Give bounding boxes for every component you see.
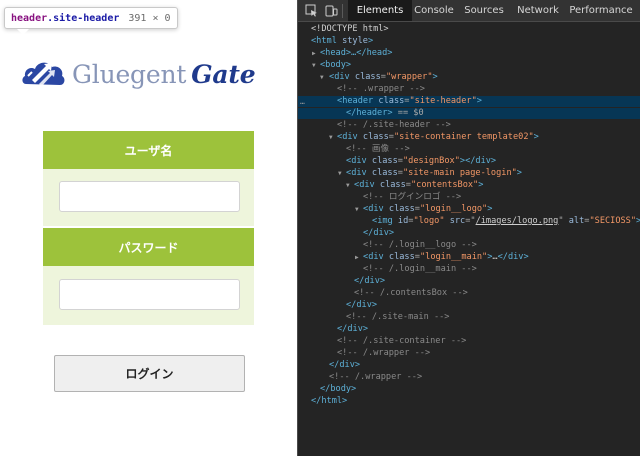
tree-line[interactable]: <!-- /.wrapper --> xyxy=(298,372,640,383)
tree-line[interactable]: <img id="logo" src="/images/logo.png" al… xyxy=(298,216,640,227)
tree-line[interactable]: </body> xyxy=(298,384,640,395)
tooltip-tag: header xyxy=(11,12,48,24)
devtools-panel: Elements Console Sources Network Perform… xyxy=(297,0,640,456)
tree-line[interactable]: </html> xyxy=(298,396,640,407)
logo-mark xyxy=(22,62,65,86)
logo-text-gluegent: Gluegent xyxy=(72,59,187,89)
username-input[interactable] xyxy=(59,181,240,212)
tree-line[interactable]: ▼ <body> xyxy=(298,60,640,71)
element-highlight-tooltip: header .site-header 391 × 0 xyxy=(4,7,178,35)
tree-line-selected[interactable]: </header> == $0 xyxy=(298,108,640,119)
password-field-container xyxy=(43,266,254,325)
tree-line[interactable]: ▼ <div class="site-container template02"> xyxy=(298,132,640,143)
tab-elements[interactable]: Elements xyxy=(348,0,412,21)
tree-line[interactable]: <!-- .wrapper --> xyxy=(298,84,640,95)
tab-network[interactable]: Network xyxy=(516,0,560,21)
tree-line[interactable]: <!-- /.contentsBox --> xyxy=(298,288,640,299)
tree-line[interactable]: ▼ <div class="contentsBox"> xyxy=(298,180,640,191)
tree-line[interactable]: ▼ <div class="login__logo"> xyxy=(298,204,640,215)
tree-line[interactable]: <!-- ログインロゴ --> xyxy=(298,192,640,203)
tree-line[interactable]: <!-- /.site-header --> xyxy=(298,120,640,131)
tree-line[interactable]: ▼ <div class="wrapper"> xyxy=(298,72,640,83)
login-button[interactable]: ログイン xyxy=(54,355,245,392)
tree-line[interactable]: </div> xyxy=(298,276,640,287)
tree-line[interactable]: <html style> xyxy=(298,36,640,47)
login-logo: Gluegent Gate xyxy=(20,54,256,94)
tree-line[interactable]: <!-- /.login__main --> xyxy=(298,264,640,275)
inspect-element-icon[interactable] xyxy=(302,0,320,21)
devtools-toolbar: Elements Console Sources Network Perform… xyxy=(298,0,640,22)
tab-performance[interactable]: Performance xyxy=(569,0,632,21)
logo-src-link[interactable]: /images/logo.png xyxy=(476,216,559,226)
password-label: パスワード xyxy=(43,228,254,266)
tree-line[interactable]: ▶ <div class="login__main">…</div> xyxy=(298,252,640,263)
tree-line[interactable]: </div> xyxy=(298,360,640,371)
username-label: ユーザ名 xyxy=(43,131,254,169)
tooltip-class: .site-header xyxy=(47,12,120,24)
tree-line[interactable]: <!DOCTYPE html> xyxy=(298,24,640,35)
tree-line[interactable]: <!-- /.site-container --> xyxy=(298,336,640,347)
tree-line[interactable]: <div class="designBox"></div> xyxy=(298,156,640,167)
password-input[interactable] xyxy=(59,279,240,310)
tree-line[interactable]: </div> xyxy=(298,300,640,311)
tree-line[interactable]: ▶ <head>…</head> xyxy=(298,48,640,59)
tree-line[interactable]: <!-- /.login__logo --> xyxy=(298,240,640,251)
device-toolbar-icon[interactable] xyxy=(322,0,340,21)
tree-line[interactable]: </div> xyxy=(298,228,640,239)
tree-line[interactable]: ▼ <div class="site-main page-login"> xyxy=(298,168,640,179)
toolbar-separator xyxy=(342,4,343,18)
tab-sources[interactable]: Sources xyxy=(462,0,506,21)
tree-line-selected[interactable]: … <header class="site-header"> xyxy=(298,96,640,107)
tree-line[interactable]: <!-- /.wrapper --> xyxy=(298,348,640,359)
rendered-page: header .site-header 391 × 0 Gluegent Gate … xyxy=(0,0,297,456)
tree-line[interactable]: <!-- 画像 --> xyxy=(298,144,640,155)
logo-text-gate: Gate xyxy=(191,59,256,89)
tree-line[interactable]: </div> xyxy=(298,324,640,335)
tree-line[interactable]: <!-- /.site-main --> xyxy=(298,312,640,323)
tooltip-size: 391 × 0 xyxy=(128,12,171,24)
tab-console[interactable]: Console xyxy=(412,0,456,21)
username-field-container xyxy=(43,169,254,226)
